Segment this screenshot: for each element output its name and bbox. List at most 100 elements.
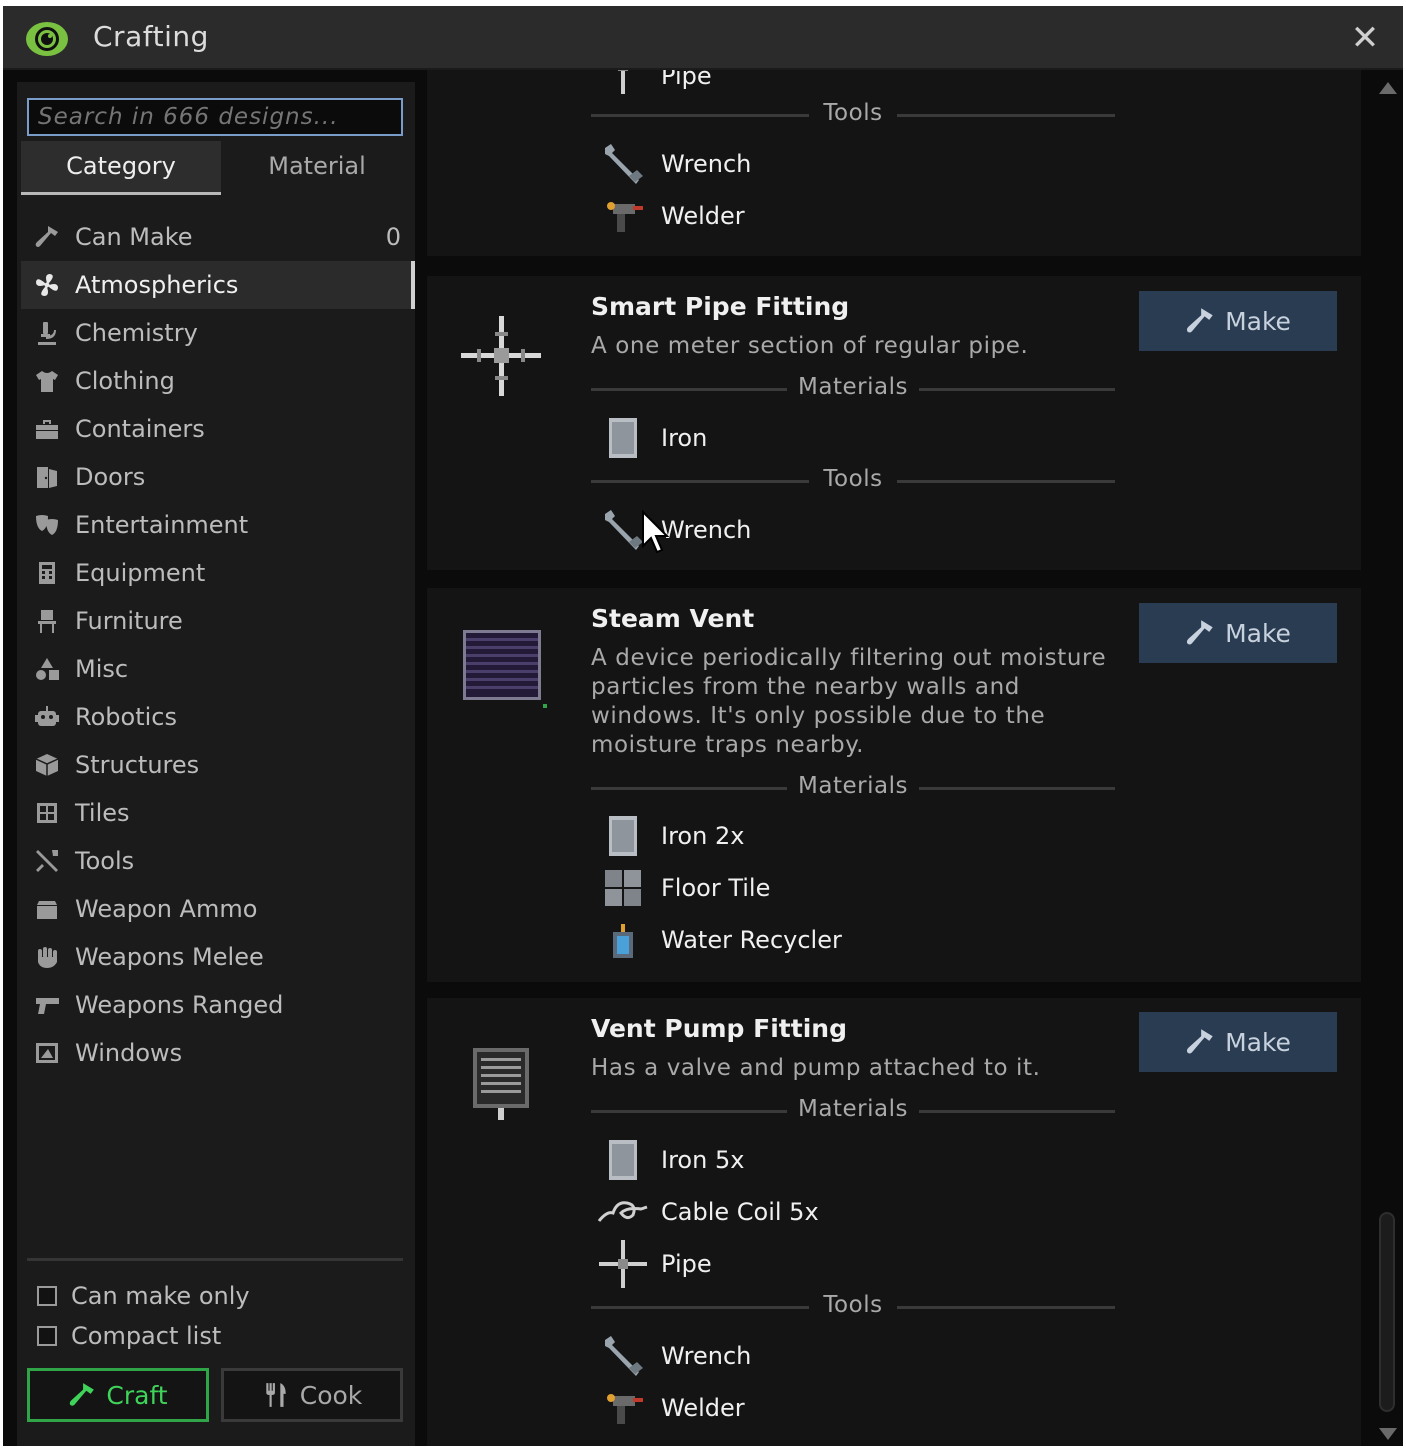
materials-label: Materials xyxy=(798,773,908,799)
materials-separator: Materials xyxy=(591,773,1115,803)
material-row: Pipe xyxy=(597,1240,712,1288)
window-icon xyxy=(33,1039,61,1067)
pipe-fitting-icon xyxy=(461,316,541,396)
category-windows[interactable]: Windows xyxy=(21,1029,415,1077)
category-clothing[interactable]: Clothing xyxy=(21,357,415,405)
recipe-list[interactable]: Pipe Tools Wrench Welder Smart Pipe Fitt… xyxy=(427,70,1361,1446)
scroll-down-arrow[interactable] xyxy=(1379,1428,1397,1440)
category-label: Equipment xyxy=(75,559,206,587)
tab-material[interactable]: Material xyxy=(217,141,417,195)
category-structures[interactable]: Structures xyxy=(21,741,415,789)
materials-label: Materials xyxy=(798,1096,908,1122)
material-name: Pipe xyxy=(661,1250,712,1278)
category-label: Chemistry xyxy=(75,319,198,347)
tools-label: Tools xyxy=(823,466,883,492)
material-row: Iron xyxy=(597,416,707,460)
category-doors[interactable]: Doors xyxy=(21,453,415,501)
category-weapons-melee[interactable]: Weapons Melee xyxy=(21,933,415,981)
recipe-description: A device periodically filtering out mois… xyxy=(591,644,1111,760)
tool-row: Welder xyxy=(597,1386,745,1430)
tab-bar: Category Material xyxy=(21,141,411,195)
make-button[interactable]: Make xyxy=(1139,1012,1337,1072)
tools-label: Tools xyxy=(823,100,883,126)
materials-label: Materials xyxy=(798,374,908,400)
calculator-icon xyxy=(33,559,61,587)
category-entertainment[interactable]: Entertainment xyxy=(21,501,415,549)
category-label: Weapons Ranged xyxy=(75,991,284,1019)
scroll-up-arrow[interactable] xyxy=(1379,82,1397,94)
briefcase-icon xyxy=(33,415,61,443)
material-row: Pipe xyxy=(597,70,712,98)
tab-category[interactable]: Category xyxy=(21,141,221,195)
close-button[interactable]: ✕ xyxy=(1347,20,1383,56)
category-label: Structures xyxy=(75,751,200,779)
can-make-only-label: Can make only xyxy=(71,1282,250,1310)
recipe-card-vent-pump-fitting[interactable]: Vent Pump Fitting Has a valve and pump a… xyxy=(427,998,1361,1446)
category-equipment[interactable]: Equipment xyxy=(21,549,415,597)
category-furniture[interactable]: Furniture xyxy=(21,597,415,645)
can-make-only-toggle[interactable]: Can make only xyxy=(37,1280,250,1312)
category-label: Clothing xyxy=(75,367,175,395)
eye-icon xyxy=(26,22,68,56)
sidebar-divider xyxy=(27,1258,403,1261)
tool-name: Welder xyxy=(661,202,745,230)
checkbox[interactable] xyxy=(37,1286,57,1306)
iron-sheet-icon xyxy=(597,1138,649,1182)
compact-list-label: Compact list xyxy=(71,1322,222,1350)
checkbox[interactable] xyxy=(37,1326,57,1346)
recipe-card-partial: Pipe Tools Wrench Welder xyxy=(427,70,1361,256)
can-make-count: 0 xyxy=(385,223,401,251)
tools-separator: Tools xyxy=(591,100,1115,130)
scrollbar[interactable] xyxy=(1373,70,1403,1446)
iron-sheet-icon xyxy=(597,416,649,460)
category-robotics[interactable]: Robotics xyxy=(21,693,415,741)
category-label: Misc xyxy=(75,655,129,683)
recipe-description: Has a valve and pump attached to it. xyxy=(591,1055,1041,1081)
category-tiles[interactable]: Tiles xyxy=(21,789,415,837)
cook-button[interactable]: Cook xyxy=(221,1368,403,1422)
category-label: Tiles xyxy=(75,799,130,827)
material-name: Iron 2x xyxy=(661,822,745,850)
category-misc[interactable]: Misc xyxy=(21,645,415,693)
pipe-icon xyxy=(597,1240,649,1288)
cook-label: Cook xyxy=(299,1380,363,1410)
mouse-cursor-icon xyxy=(642,510,669,554)
search-input[interactable] xyxy=(27,98,403,136)
category-can-make[interactable]: Can Make 0 xyxy=(21,213,415,261)
grid-icon xyxy=(33,799,61,827)
category-weapon-ammo[interactable]: Weapon Ammo xyxy=(21,885,415,933)
recipe-name: Steam Vent xyxy=(591,604,755,633)
fist-icon xyxy=(33,943,61,971)
category-chemistry[interactable]: Chemistry xyxy=(21,309,415,357)
description-line: moisture traps nearby. xyxy=(591,732,865,758)
robot-icon xyxy=(33,703,61,731)
scroll-thumb[interactable] xyxy=(1379,1212,1395,1412)
material-name: Cable Coil 5x xyxy=(661,1198,819,1226)
tool-name: Welder xyxy=(661,1394,745,1422)
category-containers[interactable]: Containers xyxy=(21,405,415,453)
category-label: Weapons Melee xyxy=(75,943,264,971)
ammo-box-icon xyxy=(33,895,61,923)
hammer-icon xyxy=(1186,1029,1213,1054)
title-bar[interactable]: Crafting ✕ xyxy=(3,6,1403,70)
category-atmospherics[interactable]: Atmospherics xyxy=(21,261,415,309)
masks-icon xyxy=(33,511,61,539)
category-tools[interactable]: Tools xyxy=(21,837,415,885)
description-line: particles from the nearby walls and xyxy=(591,674,1020,700)
recipe-name: Vent Pump Fitting xyxy=(591,1014,847,1043)
sidebar: Category Material Can Make 0 Atmospheric… xyxy=(17,82,415,1446)
make-button[interactable]: Make xyxy=(1139,603,1337,663)
cable-coil-icon xyxy=(597,1190,649,1234)
recipe-card-steam-vent[interactable]: Steam Vent A device periodically filteri… xyxy=(427,588,1361,982)
make-button[interactable]: Make xyxy=(1139,291,1337,351)
window-title: Crafting xyxy=(93,20,209,53)
hammer-icon xyxy=(70,1383,95,1406)
tool-name: Wrench xyxy=(661,516,752,544)
recipe-name: Smart Pipe Fitting xyxy=(591,292,850,321)
category-list: Can Make 0 Atmospherics Chemistry Clothi… xyxy=(21,213,415,1077)
compact-list-toggle[interactable]: Compact list xyxy=(37,1320,221,1352)
materials-separator: Materials xyxy=(591,1096,1115,1126)
craft-button[interactable]: Craft xyxy=(27,1368,209,1422)
category-weapons-ranged[interactable]: Weapons Ranged xyxy=(21,981,415,1029)
recipe-card-smart-pipe-fitting[interactable]: Smart Pipe Fitting A one meter section o… xyxy=(427,276,1361,570)
